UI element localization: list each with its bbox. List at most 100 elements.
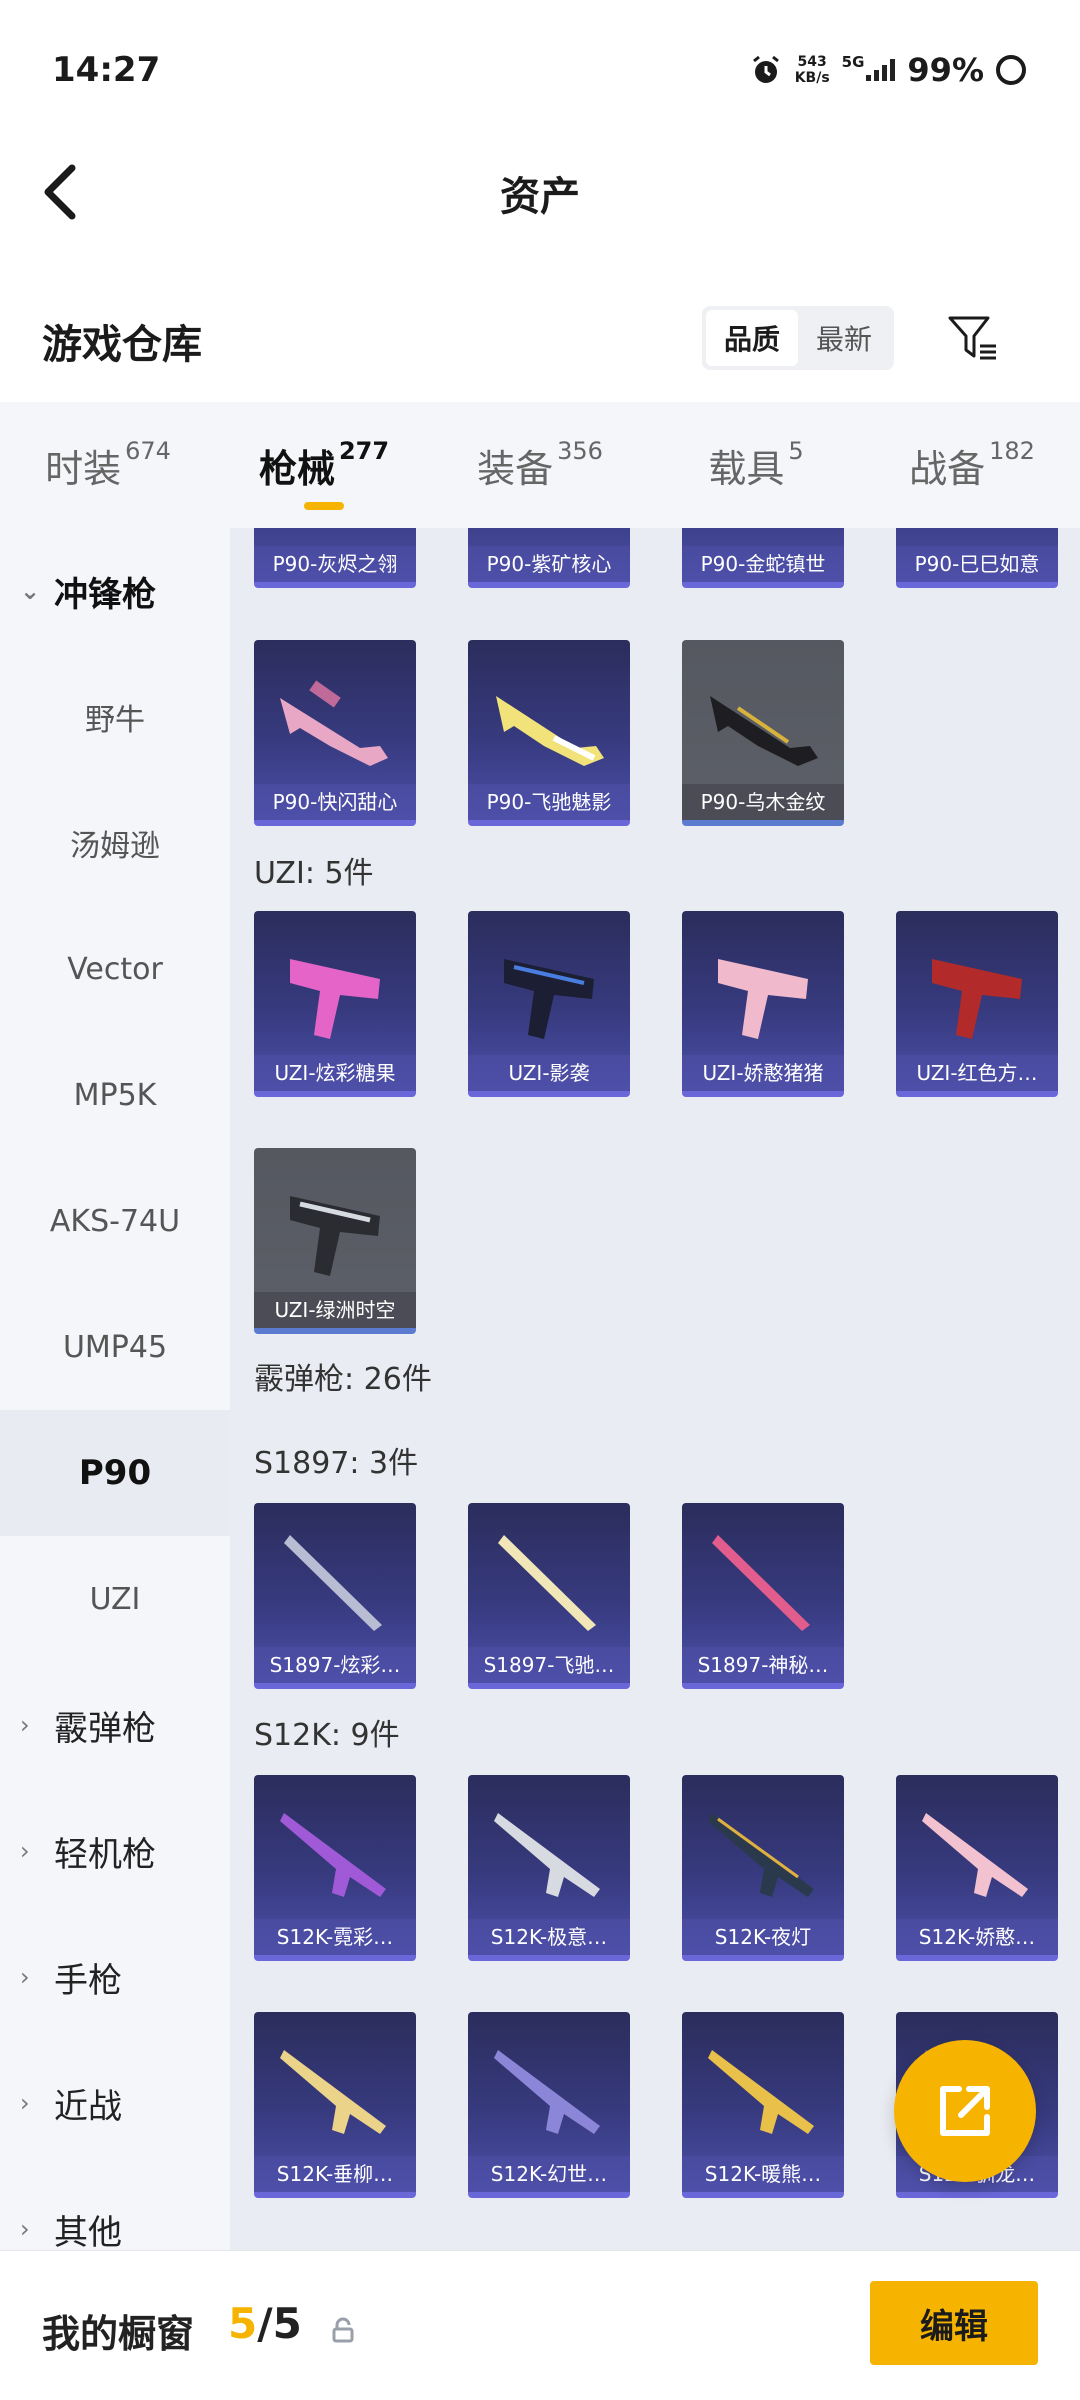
skin-card[interactable]: S12K-暖熊… <box>682 2012 844 2198</box>
tab-equipment[interactable]: 装备 356 <box>432 402 648 528</box>
skin-name: P90-巳巳如意 <box>896 546 1058 582</box>
shotgun-weapon-icon <box>284 1535 382 1631</box>
alarm-icon <box>752 55 779 83</box>
skin-card[interactable]: P90-快闪甜心 <box>254 640 416 826</box>
uzi-weapon-icon <box>718 959 808 1039</box>
skin-name: UZI-绿洲时空 <box>254 1292 416 1328</box>
skin-name: S12K-极意… <box>468 1919 630 1955</box>
s12k-weapon-icon <box>922 1813 1028 1897</box>
shotgun-weapon-icon <box>712 1535 810 1631</box>
uzi-weapon-icon <box>290 1196 380 1276</box>
skin-card[interactable]: P90-乌木金纹 <box>682 640 844 826</box>
skin-card[interactable]: S1897-炫彩… <box>254 1503 416 1689</box>
sort-newest-option[interactable]: 最新 <box>798 310 890 366</box>
shotgun-weapon-icon <box>498 1535 596 1631</box>
s12k-weapon-icon <box>280 1813 386 1897</box>
skin-card[interactable]: UZI-绿洲时空 <box>254 1148 416 1334</box>
filter-icon[interactable] <box>944 310 1000 366</box>
sidebar-group-shotgun[interactable]: › 霰弹枪 <box>0 1662 230 1788</box>
skin-name: S12K-幻世… <box>468 2156 630 2192</box>
section-header-s12k: S12K: 9件 <box>254 1718 400 1753</box>
sidebar-item-p90[interactable]: P90 <box>0 1410 230 1536</box>
chevron-right-icon: › <box>20 1711 30 1739</box>
skin-name: UZI-娇憨猪猪 <box>682 1055 844 1091</box>
status-icons: 543 KB/s 5G 99% <box>749 50 1026 90</box>
chevron-down-icon: ⌄ <box>20 577 41 605</box>
sidebar-group-pistol[interactable]: › 手枪 <box>0 1914 230 2040</box>
sidebar-item-uzi[interactable]: UZI <box>0 1536 230 1662</box>
sidebar-item-ump45[interactable]: UMP45 <box>0 1284 230 1410</box>
share-external-icon <box>940 2086 990 2136</box>
s12k-weapon-icon <box>708 1813 814 1897</box>
showcase-label: 我的橱窗 <box>42 2312 195 2356</box>
tab-count: 277 <box>338 437 390 465</box>
skin-card[interactable]: UZI-影袭 <box>468 911 630 1097</box>
sort-quality-option[interactable]: 品质 <box>706 310 798 366</box>
skin-card[interactable]: UZI-红色方… <box>896 911 1058 1097</box>
skin-card[interactable]: S12K-霓彩… <box>254 1775 416 1961</box>
sort-toggle: 品质 最新 <box>702 306 894 370</box>
uzi-weapon-icon <box>504 959 594 1039</box>
skin-card[interactable]: UZI-炫彩糖果 <box>254 911 416 1097</box>
sidebar-item-aks74u[interactable]: AKS-74U <box>0 1158 230 1284</box>
category-tabs: 时装 674 枪械 277 装备 356 载具 5 战备 182 <box>0 402 1080 528</box>
sidebar-item-mp5k[interactable]: MP5K <box>0 1032 230 1158</box>
skin-name: S12K-娇憨… <box>896 1919 1058 1955</box>
skin-name: S12K-垂柳… <box>254 2156 416 2192</box>
skin-name: S1897-炫彩… <box>254 1647 416 1683</box>
skin-card[interactable]: P90-飞驰魅影 <box>468 640 630 826</box>
tab-firearms[interactable]: 枪械 277 <box>216 402 432 528</box>
skin-card[interactable]: S1897-神秘… <box>682 1503 844 1689</box>
tab-count: 356 <box>557 437 603 465</box>
chevron-right-icon: › <box>20 1963 30 1991</box>
s12k-weapon-icon <box>494 2050 600 2134</box>
skin-card[interactable]: S12K-幻世… <box>468 2012 630 2198</box>
showcase-count: 5/5 <box>228 2299 302 2348</box>
tab-supplies[interactable]: 战备 182 <box>864 402 1080 528</box>
skin-name: S12K-霓彩… <box>254 1919 416 1955</box>
skin-card[interactable]: P90-紫矿核心 <box>468 528 630 588</box>
skin-card[interactable]: S12K-夜灯 <box>682 1775 844 1961</box>
lock-icon <box>332 2317 354 2343</box>
skin-name: UZI-炫彩糖果 <box>254 1055 416 1091</box>
skin-card[interactable]: UZI-娇憨猪猪 <box>682 911 844 1097</box>
skin-name: P90-紫矿核心 <box>468 546 630 582</box>
tab-count: 674 <box>125 437 171 465</box>
uzi-weapon-icon <box>932 959 1022 1039</box>
skin-card[interactable]: S1897-飞驰… <box>468 1503 630 1689</box>
skin-card[interactable]: P90-巳巳如意 <box>896 528 1058 588</box>
page-title: 资产 <box>500 174 580 220</box>
sidebar-group-smg[interactable]: ⌄ 冲锋枪 <box>0 528 230 654</box>
section-header-uzi: UZI: 5件 <box>254 856 374 891</box>
sidebar-group-melee[interactable]: › 近战 <box>0 2040 230 2166</box>
sidebar-group-lmg[interactable]: › 轻机枪 <box>0 1788 230 1914</box>
p90-weapon-icon <box>496 696 604 766</box>
skin-name: P90-乌木金纹 <box>682 784 844 820</box>
tab-count: 5 <box>788 437 804 465</box>
skin-card[interactable]: S12K-娇憨… <box>896 1775 1058 1961</box>
skin-card[interactable]: S12K-垂柳… <box>254 2012 416 2198</box>
showcase-bar: 我的橱窗 5/5 编辑 <box>0 2250 1080 2400</box>
skin-name: P90-金蛇镇世 <box>682 546 844 582</box>
tab-vehicles[interactable]: 载具 5 <box>648 402 864 528</box>
section-header-shotgun: 霰弹枪: 26件 <box>254 1362 432 1397</box>
signal-icon: 5G <box>842 53 896 81</box>
sidebar-item-vector[interactable]: Vector <box>0 906 230 1032</box>
uzi-weapon-icon <box>290 959 380 1039</box>
sidebar-item-bizon[interactable]: 野牛 <box>0 654 230 780</box>
share-fab-button[interactable] <box>894 2040 1036 2182</box>
skin-name: S1897-神秘… <box>682 1647 844 1683</box>
chevron-right-icon: › <box>20 2089 30 2117</box>
tab-fashion[interactable]: 时装 674 <box>0 402 216 528</box>
skin-card[interactable]: P90-灰烬之翎 <box>254 528 416 588</box>
sidebar-item-thompson[interactable]: 汤姆逊 <box>0 780 230 906</box>
skin-card[interactable]: P90-金蛇镇世 <box>682 528 844 588</box>
clock: 14:27 <box>52 50 161 90</box>
storage-title: 游戏仓库 <box>42 322 202 368</box>
edit-button[interactable]: 编辑 <box>870 2281 1038 2365</box>
skin-card[interactable]: S12K-极意… <box>468 1775 630 1961</box>
skin-name: UZI-影袭 <box>468 1055 630 1091</box>
net-speed: 543 KB/s <box>794 54 830 86</box>
p90-weapon-icon <box>710 696 818 766</box>
sidebar-group-other[interactable]: › 其他 <box>0 2166 230 2251</box>
